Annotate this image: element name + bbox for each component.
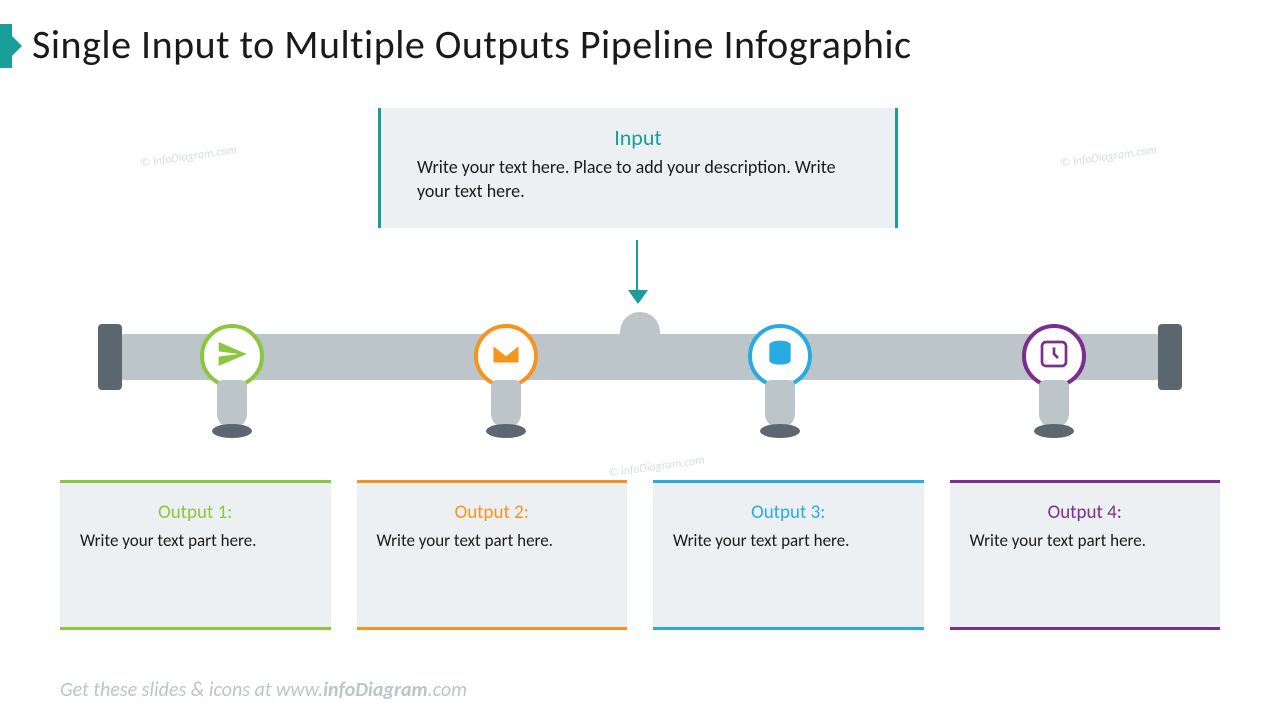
pipe-out-hole-3 xyxy=(760,424,800,438)
input-box: Input Write your text here. Place to add… xyxy=(378,108,898,228)
output-desc-4: Write your text part here. xyxy=(970,530,1201,553)
input-description: Write your text here. Place to add your … xyxy=(417,155,859,204)
pipe-out-hole-2 xyxy=(486,424,526,438)
output-box-4: Output 4: Write your text part here. xyxy=(950,480,1221,630)
arrow-down-head xyxy=(628,290,648,304)
input-title: Input xyxy=(417,124,859,151)
pipe-out-stub-4 xyxy=(1039,380,1069,428)
watermark: © infoDiagram.com xyxy=(607,453,705,480)
node-output-2 xyxy=(474,324,538,388)
footer-prefix: Get these slides & icons at www. xyxy=(60,678,323,702)
database-icon xyxy=(764,338,796,375)
output-title-1: Output 1: xyxy=(80,501,311,524)
footer-bold: infoDiagram xyxy=(323,678,428,702)
pipe-out-stub-3 xyxy=(765,380,795,428)
output-box-3: Output 3: Write your text part here. xyxy=(653,480,924,630)
envelope-icon xyxy=(490,338,522,375)
node-output-1 xyxy=(200,324,264,388)
output-desc-1: Write your text part here. xyxy=(80,530,311,553)
footer-credit: Get these slides & icons at www.infoDiag… xyxy=(60,678,467,702)
pipe-cap-right xyxy=(1158,324,1182,390)
pipe-out-stub-1 xyxy=(217,380,247,428)
pipe-cap-left xyxy=(98,324,122,390)
paper-plane-icon xyxy=(216,338,248,375)
node-output-3 xyxy=(748,324,812,388)
arrow-down-line xyxy=(636,240,638,294)
side-accent-marker xyxy=(0,24,12,68)
node-output-4 xyxy=(1022,324,1086,388)
watermark: © infoDiagram.com xyxy=(1059,143,1157,170)
pipe-out-stub-2 xyxy=(491,380,521,428)
outputs-row: Output 1: Write your text part here. Out… xyxy=(60,480,1220,630)
output-desc-2: Write your text part here. xyxy=(377,530,608,553)
page-title: Single Input to Multiple Outputs Pipelin… xyxy=(32,20,912,69)
pipe-input-stub xyxy=(620,312,660,342)
clock-icon xyxy=(1038,338,1070,375)
pipe-out-hole-4 xyxy=(1034,424,1074,438)
pipeline xyxy=(80,310,1200,390)
output-title-2: Output 2: xyxy=(377,501,608,524)
output-box-2: Output 2: Write your text part here. xyxy=(357,480,628,630)
output-desc-3: Write your text part here. xyxy=(673,530,904,553)
output-title-4: Output 4: xyxy=(970,501,1201,524)
footer-suffix: .com xyxy=(428,678,467,702)
output-box-1: Output 1: Write your text part here. xyxy=(60,480,331,630)
watermark: © infoDiagram.com xyxy=(139,143,237,170)
output-title-3: Output 3: xyxy=(673,501,904,524)
pipe-out-hole-1 xyxy=(212,424,252,438)
